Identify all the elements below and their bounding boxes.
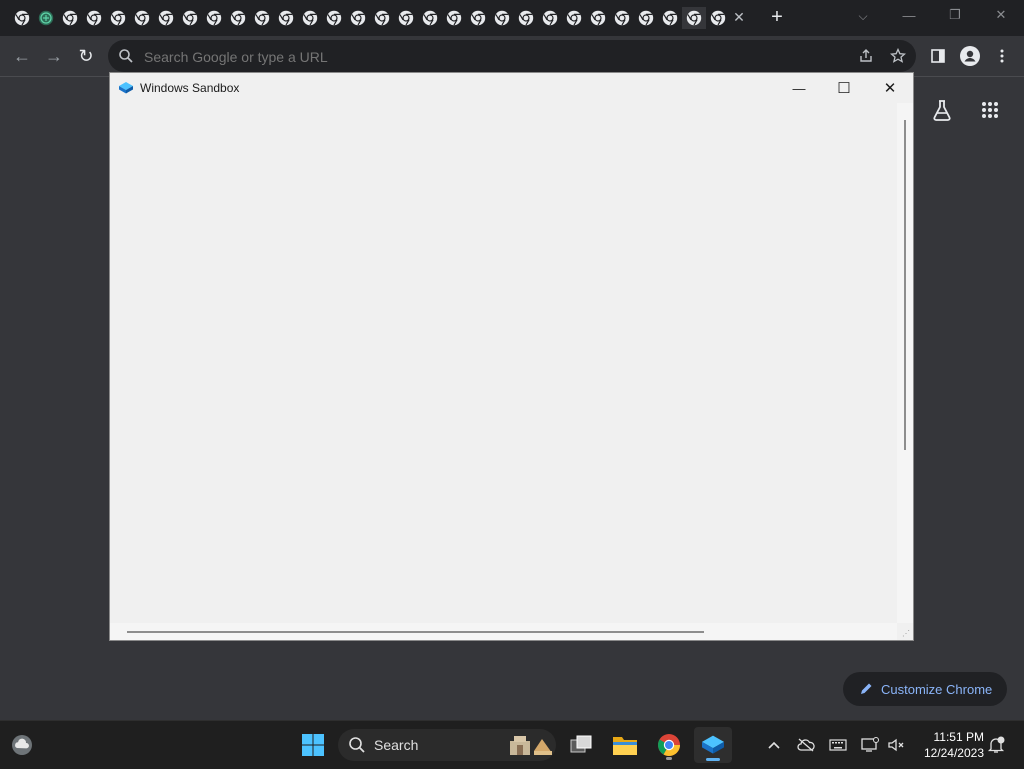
browser-window-controls: — ❐ ✕ [886, 0, 1024, 30]
omnibox-input[interactable] [142, 40, 846, 74]
tab-favicon[interactable] [490, 7, 514, 29]
bookmark-star-icon[interactable] [888, 46, 908, 66]
tab-favicon[interactable] [706, 7, 730, 29]
tab-search-chevron-icon[interactable]: ⌵ [852, 5, 874, 27]
tab-favicon[interactable] [130, 7, 154, 29]
google-apps-grid-icon[interactable] [976, 96, 1004, 124]
kebab-menu-icon[interactable] [990, 44, 1014, 68]
touch-keyboard-icon[interactable] [828, 735, 848, 755]
tab-favicon[interactable] [442, 7, 466, 29]
volume-muted-icon[interactable] [886, 735, 906, 755]
tab-favicon[interactable] [226, 7, 250, 29]
browser-toolbar: ← → ↻ [0, 36, 1024, 77]
show-hidden-icons-chevron-icon[interactable] [764, 735, 784, 755]
tab-favicon[interactable] [538, 7, 562, 29]
sandbox-logo-icon [119, 82, 133, 94]
tab-favicon[interactable] [370, 7, 394, 29]
sandbox-horizontal-scrollbar[interactable] [110, 623, 897, 640]
tab-favicon[interactable] [514, 7, 538, 29]
folder-icon [613, 737, 637, 755]
omnibox[interactable] [108, 40, 916, 74]
sandbox-titlebar[interactable]: Windows Sandbox — ☐ ✕ [110, 73, 913, 103]
tab-favicon[interactable] [658, 7, 682, 29]
tab-favicon[interactable] [394, 7, 418, 29]
customize-chrome-button[interactable]: Customize Chrome [843, 672, 1007, 706]
taskbar: Search 11:51 PM 12/24/2023 [0, 720, 1024, 769]
notification-bell-icon[interactable] [986, 735, 1006, 755]
tab-favicon-green[interactable] [34, 7, 58, 29]
share-icon[interactable] [856, 46, 876, 66]
side-panel-icon[interactable] [926, 44, 950, 68]
weather-cloud-icon [12, 735, 32, 755]
tab-favicon[interactable] [154, 7, 178, 29]
tab-favicon[interactable] [610, 7, 634, 29]
tab-favicon[interactable] [10, 7, 34, 29]
search-highlight-illustration-icon [510, 736, 552, 755]
sandbox-vertical-scrollbar[interactable] [897, 103, 913, 623]
search-icon [119, 49, 133, 63]
tab-favicon[interactable] [322, 7, 346, 29]
sandbox-logo-icon [702, 735, 724, 754]
taskbar-search-label: Search [374, 737, 419, 753]
tab-favicon[interactable] [250, 7, 274, 29]
tab-favicon[interactable] [562, 7, 586, 29]
customize-chrome-label: Customize Chrome [881, 681, 993, 697]
clock-time: 11:51 PM [933, 730, 984, 744]
search-icon [349, 737, 365, 753]
file-explorer-button[interactable] [606, 727, 644, 763]
taskbar-search-box[interactable]: Search [338, 729, 556, 761]
clock-date: 12/24/2023 [923, 746, 984, 760]
tab-favicon[interactable] [418, 7, 442, 29]
system-clock[interactable]: 11:51 PM 12/24/2023 [914, 729, 984, 761]
sandbox-title: Windows Sandbox [140, 81, 240, 95]
new-tab-button[interactable]: + [766, 6, 788, 28]
task-view-button[interactable] [562, 727, 600, 763]
network-display-icon[interactable] [860, 735, 880, 755]
resize-grip-icon[interactable]: ⋰ [902, 629, 911, 638]
chrome-icon [658, 734, 680, 756]
start-button[interactable] [294, 727, 332, 763]
active-indicator [706, 758, 720, 761]
tab-strip: ✕ + ⌵ — ❐ ✕ [0, 0, 1024, 36]
tab-favicon[interactable] [682, 7, 706, 29]
tab-favicon[interactable] [202, 7, 226, 29]
browser-restore-button[interactable]: ❐ [932, 0, 978, 30]
vertical-scroll-thumb[interactable] [904, 120, 906, 450]
back-button[interactable]: ← [10, 44, 34, 68]
reload-button[interactable]: ↻ [74, 44, 98, 68]
tab-favicon[interactable] [346, 7, 370, 29]
tab-favicon[interactable] [178, 7, 202, 29]
tab-favicon[interactable] [58, 7, 82, 29]
chrome-taskbar-button[interactable] [650, 727, 688, 763]
browser-minimize-button[interactable]: — [886, 0, 932, 30]
running-indicator [666, 757, 672, 760]
tab-favicon[interactable] [466, 7, 490, 29]
tab-favicon[interactable] [586, 7, 610, 29]
onedrive-offline-icon[interactable] [796, 735, 816, 755]
horizontal-scroll-thumb[interactable] [127, 631, 704, 633]
tab-list [10, 7, 730, 29]
windows-logo-icon [302, 734, 324, 756]
labs-flask-icon[interactable] [928, 96, 956, 124]
pencil-icon [861, 683, 872, 694]
profile-avatar-icon[interactable] [958, 44, 982, 68]
sandbox-window[interactable]: Windows Sandbox — ☐ ✕ ⋰ [110, 73, 913, 640]
tab-favicon[interactable] [298, 7, 322, 29]
sandbox-minimize-button[interactable]: — [776, 73, 822, 103]
browser-close-button[interactable]: ✕ [978, 0, 1024, 30]
tab-favicon[interactable] [274, 7, 298, 29]
sandbox-taskbar-button[interactable] [694, 727, 732, 763]
forward-button[interactable]: → [42, 44, 66, 68]
tab-favicon[interactable] [634, 7, 658, 29]
tab-favicon[interactable] [82, 7, 106, 29]
task-view-icon [570, 735, 592, 753]
weather-widget[interactable] [4, 727, 40, 763]
tab-close-button[interactable]: ✕ [729, 7, 749, 27]
tab-favicon[interactable] [106, 7, 130, 29]
sandbox-close-button[interactable]: ✕ [867, 73, 913, 103]
sandbox-maximize-button[interactable]: ☐ [821, 73, 867, 103]
